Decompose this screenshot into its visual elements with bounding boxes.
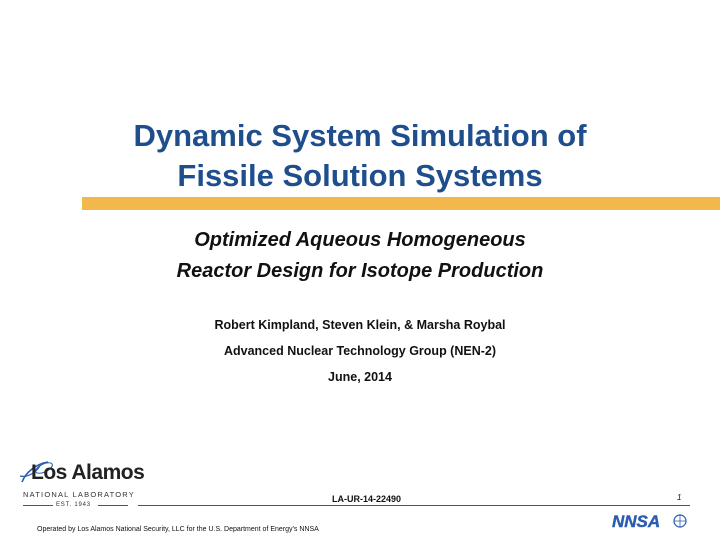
logo-rule-left xyxy=(23,505,53,506)
nnsa-logo-icon: NNSA xyxy=(612,512,687,530)
report-number: LA-UR-14-22490 xyxy=(332,494,402,504)
slide-subtitle-line-2: Reactor Design for Isotope Production xyxy=(176,260,544,282)
slide-subtitle-line-1: Optimized Aqueous Homogeneous xyxy=(194,229,526,251)
page-number: 1 xyxy=(677,493,682,502)
logo-subtitle: NATIONAL LABORATORY xyxy=(23,490,135,499)
nnsa-logo-text: NNSA xyxy=(612,512,660,530)
slide-subtitle: Optimized Aqueous Homogeneous Reactor De… xyxy=(60,225,660,287)
authors-text: Robert Kimpland, Steven Klein, & Marsha … xyxy=(214,318,506,332)
group-text: Advanced Nuclear Technology Group (NEN-2… xyxy=(223,344,497,358)
date-text: June, 2014 xyxy=(328,370,392,384)
slide-title: Dynamic System Simulation of Fissile Sol… xyxy=(60,116,660,196)
slide-title-line-2: Fissile Solution Systems xyxy=(177,158,543,193)
logo-established: EST. 1943 xyxy=(56,502,91,508)
title-slide: Dynamic System Simulation of Fissile Sol… xyxy=(0,0,720,540)
footer-divider xyxy=(138,505,690,506)
footer-text: Operated by Los Alamos National Security… xyxy=(37,526,319,533)
logo-name: Los Alamos xyxy=(31,461,145,484)
accent-bar xyxy=(82,197,720,210)
slide-title-line-1: Dynamic System Simulation of xyxy=(133,118,587,153)
logo-rule-right xyxy=(98,505,128,506)
